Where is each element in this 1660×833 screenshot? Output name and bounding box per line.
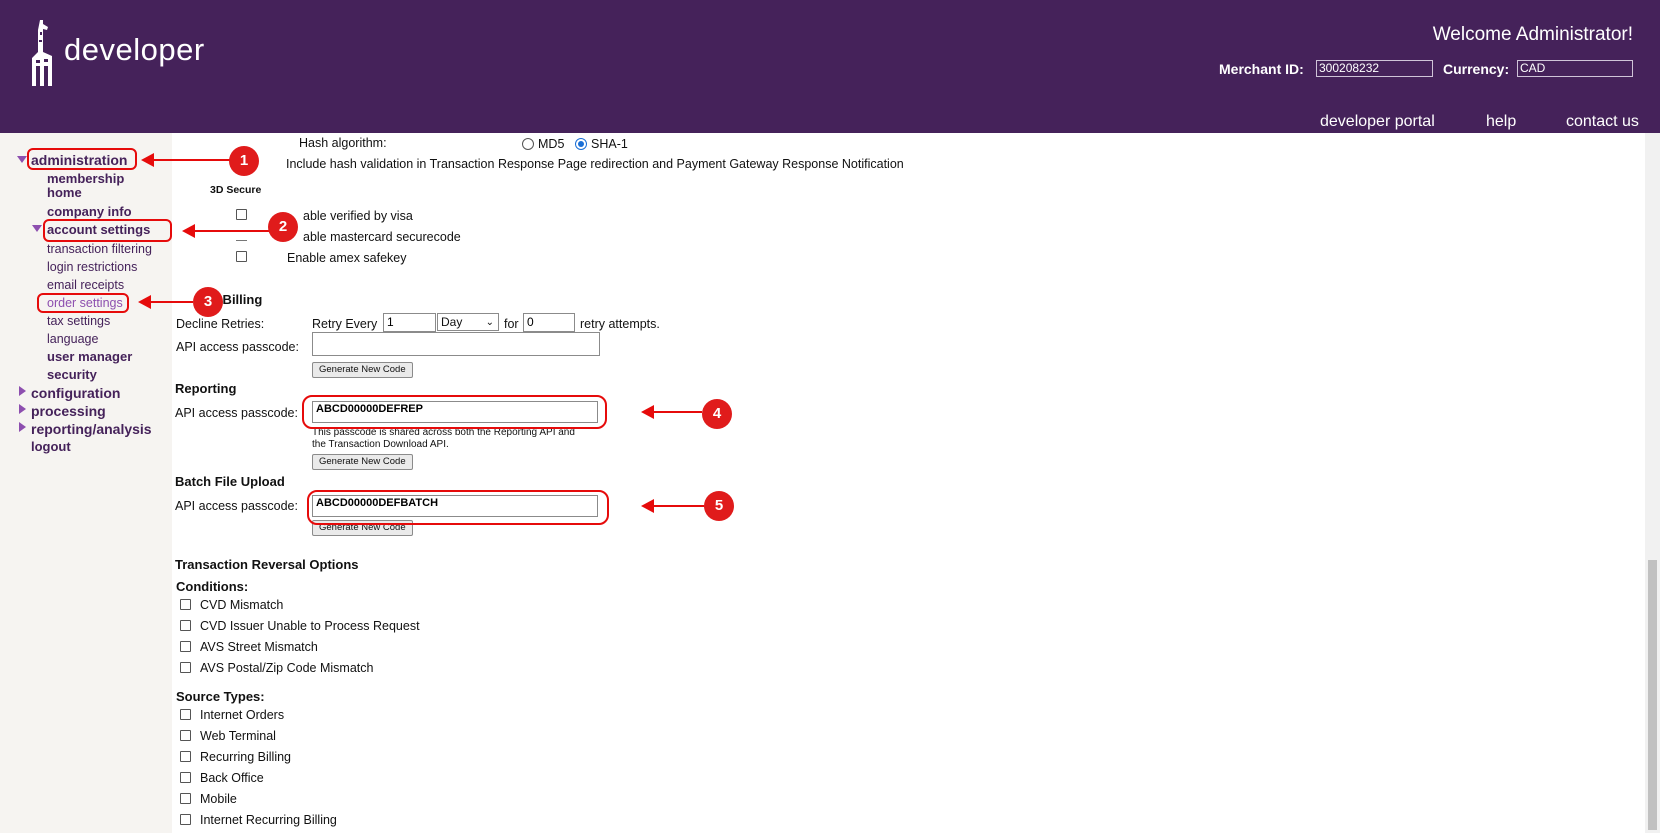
md5-radio[interactable] xyxy=(522,138,534,150)
recurring-passcode-label: API access passcode: xyxy=(176,340,299,354)
amex-safekey-label: Enable amex safekey xyxy=(287,251,407,265)
chevron-down-icon: ⌄ xyxy=(485,317,494,328)
sidebar-item-tax-settings[interactable]: tax settings xyxy=(47,314,110,328)
recurring-billing-label: Recurring Billing xyxy=(200,750,292,764)
retry-period-value: Day xyxy=(441,315,463,329)
internet-orders-checkbox[interactable] xyxy=(180,709,191,720)
annotation-badge-2: 2 xyxy=(268,212,298,242)
scrollbar-thumb[interactable] xyxy=(1648,560,1657,830)
conditions-label: Conditions: xyxy=(176,579,249,594)
callout-reporting-passcode xyxy=(302,395,607,429)
callout-account-settings xyxy=(43,219,172,242)
avs-street-label: AVS Street Mismatch xyxy=(200,640,318,654)
decline-retries-label: Decline Retries: xyxy=(176,317,265,331)
reporting-generate-code-button[interactable]: Generate New Code xyxy=(312,454,413,470)
arrow-line xyxy=(652,505,704,507)
annotation-badge-4: 4 xyxy=(702,399,732,429)
sidebar-item-company-info[interactable]: company info xyxy=(47,205,132,219)
mastercard-securecode-label: able mastercard securecode xyxy=(303,230,461,244)
recurring-generate-code-button[interactable]: Generate New Code xyxy=(312,362,413,378)
annotation-badge-5: 5 xyxy=(704,491,734,521)
avs-postal-label: AVS Postal/Zip Code Mismatch xyxy=(200,661,374,675)
giraffe-logo-icon xyxy=(32,20,52,86)
collapsed-caret-icon xyxy=(19,422,26,432)
batch-upload-title: Batch File Upload xyxy=(175,474,285,489)
sidebar-item-transaction-filtering[interactable]: transaction filtering xyxy=(47,242,152,256)
back-office-checkbox[interactable] xyxy=(180,772,191,783)
contact-us-link[interactable]: contact us xyxy=(1566,113,1639,131)
hash-algorithm-label: Hash algorithm: xyxy=(299,136,387,150)
cvd-issuer-checkbox[interactable] xyxy=(180,620,191,631)
collapsed-caret-icon xyxy=(19,404,26,414)
arrow-line xyxy=(152,159,230,161)
expanded-caret-icon xyxy=(32,225,42,232)
cvd-mismatch-label: CVD Mismatch xyxy=(200,598,284,612)
internet-recurring-billing-label: Internet Recurring Billing xyxy=(200,813,337,827)
top-header: developer Welcome Administrator! Merchan… xyxy=(0,0,1660,133)
avs-postal-checkbox[interactable] xyxy=(180,662,191,673)
sidebar-item-email-receipts[interactable]: email receipts xyxy=(47,278,124,292)
retry-attempts-label: retry attempts. xyxy=(580,317,660,331)
collapsed-caret-icon xyxy=(19,386,26,396)
cvd-mismatch-checkbox[interactable] xyxy=(180,599,191,610)
recurring-passcode-input[interactable] xyxy=(312,332,600,356)
web-terminal-checkbox[interactable] xyxy=(180,730,191,741)
verified-by-visa-checkbox[interactable] xyxy=(236,209,247,220)
hash-validation-text: Include hash validation in Transaction R… xyxy=(286,157,904,171)
arrow-line xyxy=(149,301,193,303)
help-link[interactable]: help xyxy=(1486,113,1516,131)
reversal-options-title: Transaction Reversal Options xyxy=(175,557,359,572)
sidebar-item-logout[interactable]: logout xyxy=(31,440,71,454)
logo-text: developer xyxy=(64,32,205,67)
3d-secure-title: 3D Secure xyxy=(210,184,262,196)
verified-by-visa-label: able verified by visa xyxy=(303,209,413,223)
sidebar-item-reporting-analysis[interactable]: reporting/analysis xyxy=(31,422,152,436)
back-office-label: Back Office xyxy=(200,771,264,785)
welcome-message: Welcome Administrator! xyxy=(1432,24,1633,45)
cvd-issuer-label: CVD Issuer Unable to Process Request xyxy=(200,619,420,633)
retry-attempts-input[interactable]: 0 xyxy=(523,313,575,332)
currency-field[interactable]: CAD xyxy=(1517,60,1633,77)
callout-order-settings xyxy=(37,293,129,313)
annotation-badge-1: 1 xyxy=(229,146,259,176)
sidebar-item-user-manager[interactable]: user manager xyxy=(47,350,132,364)
merchant-id-field[interactable]: 300208232 xyxy=(1316,60,1433,77)
sidebar-item-processing[interactable]: processing xyxy=(31,404,106,418)
arrow-line xyxy=(652,411,702,413)
reporting-note-line2: the Transaction Download API. xyxy=(312,439,449,450)
for-label: for xyxy=(504,317,519,331)
developer-portal-link[interactable]: developer portal xyxy=(1320,113,1435,131)
retry-every-label: Retry Every xyxy=(312,317,378,331)
annotation-badge-3: 3 xyxy=(193,287,223,317)
callout-batch-passcode xyxy=(307,490,609,525)
md5-label: MD5 xyxy=(538,137,565,151)
reporting-title: Reporting xyxy=(175,381,237,396)
mobile-checkbox[interactable] xyxy=(180,793,191,804)
sidebar-item-language[interactable]: language xyxy=(47,332,98,346)
sidebar-item-login-restrictions[interactable]: login restrictions xyxy=(47,260,137,274)
sha1-label: SHA-1 xyxy=(591,137,628,151)
sidebar-item-security[interactable]: security xyxy=(47,368,97,382)
sha1-radio[interactable] xyxy=(575,138,587,150)
retry-every-input[interactable]: 1 xyxy=(383,313,436,332)
reporting-passcode-label: API access passcode: xyxy=(175,406,298,420)
source-types-label: Source Types: xyxy=(176,689,265,704)
amex-safekey-checkbox[interactable] xyxy=(236,251,247,262)
arrow-line xyxy=(193,230,269,232)
retry-period-select[interactable]: Day ⌄ xyxy=(437,313,499,331)
web-terminal-label: Web Terminal xyxy=(200,729,276,743)
expanded-caret-icon xyxy=(17,156,27,163)
currency-label: Currency: xyxy=(1443,61,1510,77)
avs-street-checkbox[interactable] xyxy=(180,641,191,652)
internet-recurring-billing-checkbox[interactable] xyxy=(180,814,191,825)
batch-passcode-label: API access passcode: xyxy=(175,499,298,513)
sidebar-item-membership-home[interactable]: membership home xyxy=(47,172,147,200)
callout-administration xyxy=(27,148,137,170)
checkbox-edge xyxy=(236,240,247,241)
recurring-billing-checkbox[interactable] xyxy=(180,751,191,762)
sidebar-item-configuration[interactable]: configuration xyxy=(31,386,120,400)
merchant-id-label: Merchant ID: xyxy=(1219,61,1304,77)
mobile-label: Mobile xyxy=(200,792,237,806)
internet-orders-label: Internet Orders xyxy=(200,708,285,722)
